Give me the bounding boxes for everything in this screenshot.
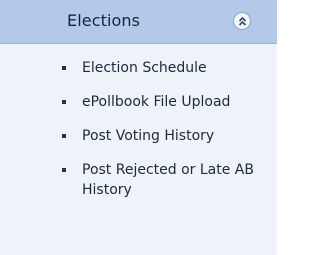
bullet-icon	[62, 100, 66, 104]
elections-panel: Elections Election Schedule ePollbook Fi…	[0, 0, 277, 255]
link-election-schedule[interactable]: Election Schedule	[0, 58, 277, 78]
double-chevron-up-icon	[238, 16, 247, 26]
link-label: Post Rejected or Late AB History	[82, 162, 254, 198]
link-post-rejected-late-ab-history[interactable]: Post Rejected or Late AB History	[0, 160, 277, 200]
panel-header: Elections	[0, 0, 277, 44]
elections-link-list: Election Schedule ePollbook File Upload …	[0, 58, 277, 200]
bullet-icon	[62, 134, 66, 138]
collapse-button[interactable]	[233, 12, 251, 30]
link-label: Post Voting History	[82, 128, 215, 144]
bullet-icon	[62, 66, 66, 70]
link-epollbook-file-upload[interactable]: ePollbook File Upload	[0, 92, 277, 112]
bullet-icon	[62, 168, 66, 172]
link-label: ePollbook File Upload	[82, 94, 231, 110]
link-post-voting-history[interactable]: Post Voting History	[0, 126, 277, 146]
link-label: Election Schedule	[82, 60, 207, 76]
panel-title: Elections	[67, 11, 141, 30]
